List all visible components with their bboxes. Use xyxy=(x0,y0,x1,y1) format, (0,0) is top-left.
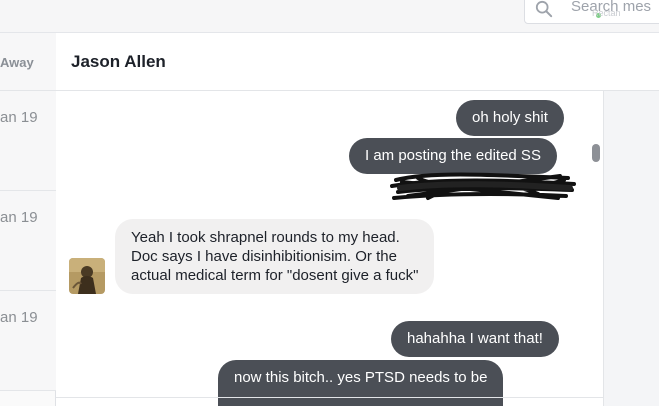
outgoing-message[interactable]: now this bitch.. yes PTSD needs to be xyxy=(218,360,504,406)
message-text-line: Yeah I took shrapnel rounds to my head. xyxy=(131,229,400,246)
status-away-label: Away xyxy=(0,55,34,70)
overlay-tag: Rectan xyxy=(592,8,621,18)
search-icon xyxy=(535,0,553,18)
message-text: now this bitch.. yes PTSD needs to be xyxy=(234,369,488,386)
contact-name[interactable]: Jason Allen xyxy=(71,52,166,72)
conversation-item[interactable]: an 19 xyxy=(0,91,56,191)
conversation-item[interactable]: an 19 xyxy=(0,291,56,391)
conversation-date: an 19 xyxy=(0,109,38,126)
message-text: oh holy shit xyxy=(472,109,548,126)
incoming-message[interactable]: Yeah I took shrapnel rounds to my head. … xyxy=(115,219,435,294)
redaction-scribble xyxy=(390,172,576,200)
conversation-item[interactable]: an 19 xyxy=(0,191,56,291)
contact-avatar[interactable] xyxy=(69,258,105,294)
composer-divider xyxy=(56,397,603,398)
message-text-line: Doc says I have disinhibitionisim. Or th… xyxy=(131,248,397,265)
scrollbar-thumb[interactable] xyxy=(592,144,600,162)
conversation-list[interactable]: Away an 19 an 19 an 19 xyxy=(0,33,56,406)
message-text: I am posting the edited SS xyxy=(365,147,541,164)
details-panel xyxy=(603,91,659,406)
outgoing-message[interactable]: hahahha I want that! xyxy=(391,321,559,357)
message-text-line: actual medical term for "dosent give a f… xyxy=(131,267,419,284)
top-bar: Search mes Rectan xyxy=(0,0,659,33)
conversation-list-header: Away xyxy=(0,33,56,91)
chat-header: Jason Allen xyxy=(56,33,659,91)
outgoing-message[interactable]: oh holy shit xyxy=(456,100,564,136)
avatar-image xyxy=(69,258,105,294)
message-text: hahahha I want that! xyxy=(407,330,543,347)
conversation-date: an 19 xyxy=(0,309,38,326)
conversation-date: an 19 xyxy=(0,209,38,226)
